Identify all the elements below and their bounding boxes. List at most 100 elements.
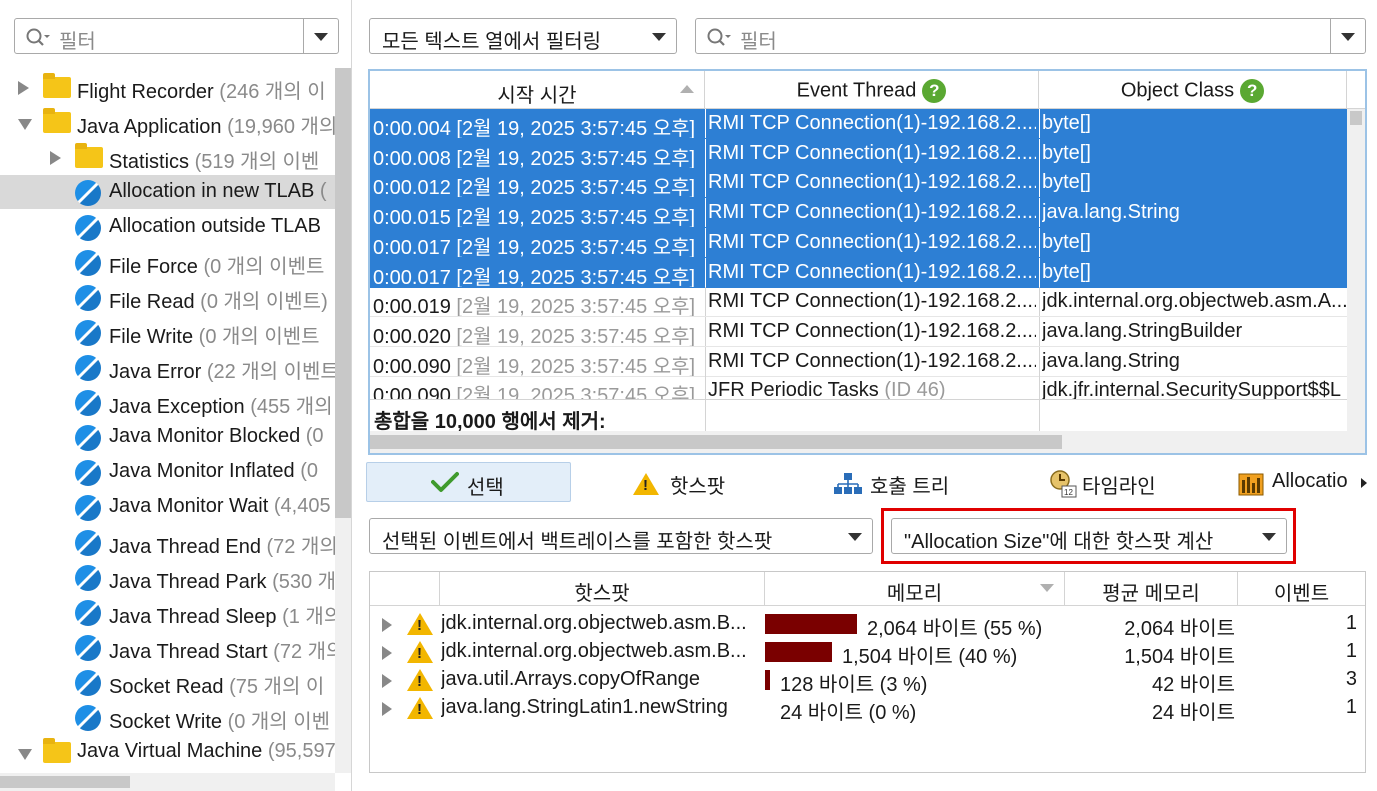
tree-item[interactable]: Allocation outside TLAB [0,210,335,244]
table-vertical-scrollbar[interactable] [1347,109,1365,431]
table-row[interactable]: 0:00.090 [2월 19, 2025 3:57:45 오후] RMI TCP… [370,346,1347,377]
search-icon [25,27,51,55]
event-thread-id: (ID 46) [884,379,946,402]
column-header-memory[interactable]: 메모리 [765,572,1065,606]
divider [1039,109,1040,138]
table-filter-input[interactable]: 필터 [740,25,777,54]
object-class-cell: java.lang.String [1042,349,1180,372]
chevron-down-icon[interactable] [652,33,666,41]
table-row[interactable]: 0:00.012 [2월 19, 2025 3:57:45 오후] RMI TCP… [370,168,1347,199]
table-horizontal-scrollbar[interactable] [370,431,1365,453]
tab-hotspots[interactable]: 핫스팟 [630,462,740,502]
scrollbar-thumb[interactable] [335,68,351,518]
scrollbar-thumb[interactable] [0,776,130,788]
object-class-cell: jdk.internal.org.objectweb.asm.A... [1042,290,1346,313]
tree-horizontal-scrollbar[interactable] [0,773,335,791]
table-row[interactable]: 0:00.015 [2월 19, 2025 3:57:45 오후] RMI TCP… [370,198,1347,229]
tree-item[interactable]: Java Monitor Wait (4,405 [0,490,335,524]
divider [705,168,706,198]
expand-arrow-icon[interactable] [18,81,29,95]
tree-item[interactable]: Java Thread End (72 개의 [0,525,335,559]
hotspot-mode-select[interactable]: 선택된 이벤트에서 백트레이스를 포함한 핫스팟 [369,518,873,554]
tree-item-name: Java Exception [109,396,245,418]
tree-filter-combo[interactable]: 필터 [14,18,339,54]
divider [1039,316,1040,346]
event-thread-value: RMI TCP Connection(1)-192.168.2.... [708,260,1036,283]
event-type-icon [75,565,101,591]
tree-item-count: (72 개의 [266,536,335,558]
chevron-down-icon[interactable] [1262,533,1276,541]
tree-item[interactable]: File Force (0 개의 이벤트 [0,245,335,279]
divider [705,198,706,228]
event-type-icon [75,180,101,206]
summary-row: 총합을 10,000 행에서 제거: [370,399,1347,433]
column-header-label: Event Thread [796,79,917,102]
column-header-average-memory[interactable]: 평균 메모리 [1065,572,1238,606]
hotspot-row[interactable]: jdk.internal.org.objectweb.asm.B... 1,504… [370,638,1365,668]
tree-item[interactable]: File Write (0 개의 이벤트 [0,315,335,349]
allocation-icon [1238,472,1264,502]
tree-item[interactable]: Flight Recorder (246 개의 이 [0,70,335,104]
tab-selection[interactable]: 선택 [366,462,571,502]
column-header-events[interactable]: 이벤트 [1238,572,1365,606]
table-filter-combo[interactable]: 필터 [695,18,1366,54]
tree-item[interactable]: Java Error (22 개의 이벤트 [0,350,335,384]
chevron-right-icon[interactable] [1361,478,1367,488]
tree-vertical-scrollbar[interactable] [335,68,351,773]
expand-arrow-icon[interactable] [382,618,392,632]
hotspot-row[interactable]: java.util.Arrays.copyOfRange 128 바이트 (3 %… [370,666,1365,696]
tree-item[interactable]: Java Monitor Blocked (0 [0,420,335,454]
tree-item-count: ( [319,180,327,202]
chevron-down-icon[interactable] [848,533,862,541]
tree-item[interactable]: Socket Read (75 개의 이 [0,665,335,699]
column-header-object-class[interactable]: Object Class? [1039,71,1347,109]
tab-timeline[interactable]: 12 타임라인 [1048,462,1178,502]
collapse-arrow-icon[interactable] [18,749,32,760]
tree-item[interactable]: Java Thread Park (530 개 [0,560,335,594]
tree-item[interactable]: Java Monitor Inflated (0 [0,455,335,489]
tree-item-name: Java Thread Start [109,641,268,663]
expand-arrow-icon[interactable] [382,674,392,688]
tree-item[interactable]: Java Thread Start (72 개의 [0,630,335,664]
expand-arrow-icon[interactable] [50,151,61,165]
column-header-hotspot[interactable]: 핫스팟 [440,572,765,606]
column-filter-label: 모든 텍스트 열에서 필터링 [382,31,602,53]
expand-arrow-icon[interactable] [382,702,392,716]
tab-call-tree[interactable]: 호출 트리 [833,462,963,502]
table-row[interactable]: 0:00.020 [2월 19, 2025 3:57:45 오후] RMI TCP… [370,316,1347,347]
help-icon[interactable]: ? [922,79,947,103]
tab-allocation[interactable]: Allocatio [1238,462,1368,502]
tree-filter-input[interactable]: 필터 [59,25,96,54]
table-row[interactable]: 0:00.004 [2월 19, 2025 3:57:45 오후] RMI TCP… [370,109,1347,139]
scrollbar-thumb[interactable] [370,435,1062,449]
warning-icon [407,669,433,691]
expand-arrow-icon[interactable] [382,646,392,660]
column-filter-select[interactable]: 모든 텍스트 열에서 필터링 [369,18,677,54]
chevron-down-icon[interactable] [314,33,328,41]
table-row[interactable]: 0:00.008 [2월 19, 2025 3:57:45 오후] RMI TCP… [370,138,1347,169]
tree-item[interactable]: Socket Write (0 개의 이벤 [0,700,335,734]
hotspot-row[interactable]: jdk.internal.org.objectweb.asm.B... 2,064… [370,610,1365,640]
tree-item[interactable]: Java Thread Sleep (1 개의 [0,595,335,629]
table-row[interactable]: 0:00.017 [2월 19, 2025 3:57:45 오후] RMI TCP… [370,227,1347,258]
column-header-event-thread[interactable]: Event Thread? [705,71,1039,109]
event-type-icon [75,635,101,661]
hotspot-row[interactable]: java.lang.StringLatin1.newString 24 바이트 (… [370,694,1365,724]
tree-item-label: Statistics (519 개의 이벤 [109,145,319,174]
help-icon[interactable]: ? [1240,79,1265,103]
tree-item[interactable]: Statistics (519 개의 이벤 [0,140,335,174]
collapse-arrow-icon[interactable] [18,119,32,130]
object-class-cell: java.lang.String [1042,201,1180,224]
tree-item[interactable]: Java Exception (455 개의 [0,385,335,419]
chevron-down-icon[interactable] [1341,33,1355,41]
column-header-start-time[interactable]: 시작 시간 [370,71,705,109]
table-row[interactable]: 0:00.019 [2월 19, 2025 3:57:45 오후] RMI TCP… [370,287,1347,318]
scrollbar-thumb[interactable] [1350,111,1362,125]
table-row[interactable]: 0:00.017 [2월 19, 2025 3:57:45 오후] RMI TCP… [370,257,1347,288]
tree-item[interactable]: Java Application (19,960 개의 [0,105,335,139]
tree-item-label: Allocation outside TLAB [109,215,321,238]
tree-item[interactable]: Allocation in new TLAB ( [0,175,335,209]
tree-item[interactable]: File Read (0 개의 이벤트) [0,280,335,314]
hotspot-calculation-select[interactable]: "Allocation Size"에 대한 핫스팟 계산 [891,518,1287,554]
tree-item[interactable]: Java Virtual Machine (95,597 [0,735,335,769]
